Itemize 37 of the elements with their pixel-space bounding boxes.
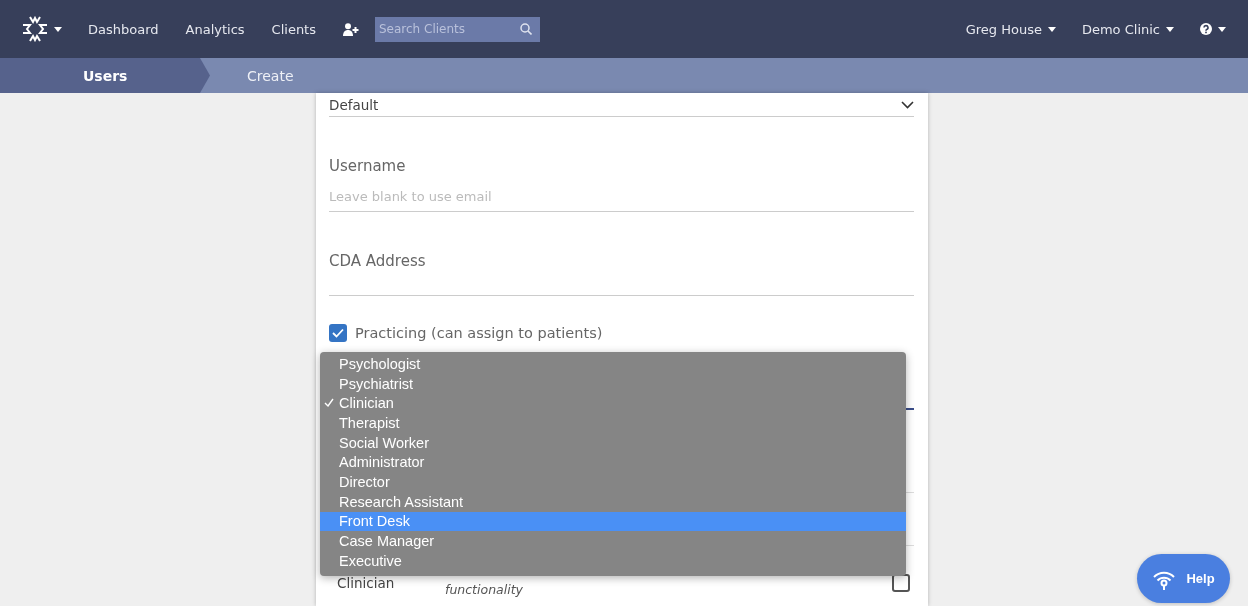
nav-link[interactable]: Analytics (185, 21, 245, 37)
help-icon[interactable] (1200, 23, 1212, 35)
caret-icon (1218, 26, 1226, 32)
field-label: CDA Address (329, 252, 427, 270)
check-icon (332, 328, 344, 338)
field-label: Username (329, 157, 407, 175)
search-field[interactable]: Search Clients (375, 16, 540, 42)
role-description: functionality (445, 582, 524, 597)
help-button[interactable]: Help (1137, 554, 1230, 603)
checkbox-label: Practicing (can assign to patients) (355, 325, 603, 341)
add-user-icon[interactable] (343, 22, 359, 36)
checkbox[interactable] (329, 324, 347, 342)
caret-icon (54, 26, 62, 32)
chevron-down-icon (901, 100, 914, 109)
breadcrumb-link[interactable]: Users (0, 58, 210, 93)
menu-option[interactable]: Case Manager (320, 531, 906, 551)
menu-option[interactable]: Research Assistant (320, 491, 906, 512)
nav-link[interactable]: Clients (271, 21, 316, 37)
menu-option[interactable]: Social Worker (320, 432, 906, 453)
menu-option[interactable]: Director (320, 472, 906, 492)
clinic-menu[interactable]: Demo Clinic (1081, 21, 1160, 37)
menu-option[interactable]: Administrator (320, 452, 906, 473)
nav-link[interactable]: Dashboard (88, 21, 159, 37)
breadcrumb-current: Create (247, 67, 294, 84)
menu-option[interactable]: Front Desk (320, 511, 906, 532)
logo-icon[interactable] (22, 16, 48, 42)
menu-option[interactable]: Psychologist (320, 354, 906, 374)
menu-option[interactable]: Therapist (320, 413, 906, 433)
caret-icon (1047, 26, 1056, 32)
user-menu[interactable]: Greg House (965, 21, 1042, 37)
menu-option[interactable]: Executive (320, 550, 906, 571)
caret-icon (1166, 26, 1174, 32)
search-icon[interactable] (520, 22, 532, 35)
menu-option[interactable]: Clinician (320, 393, 906, 414)
menu-option[interactable]: Psychiatrist (320, 373, 906, 394)
select-field[interactable]: Default (329, 93, 914, 117)
role-name: Clinician (336, 575, 396, 591)
